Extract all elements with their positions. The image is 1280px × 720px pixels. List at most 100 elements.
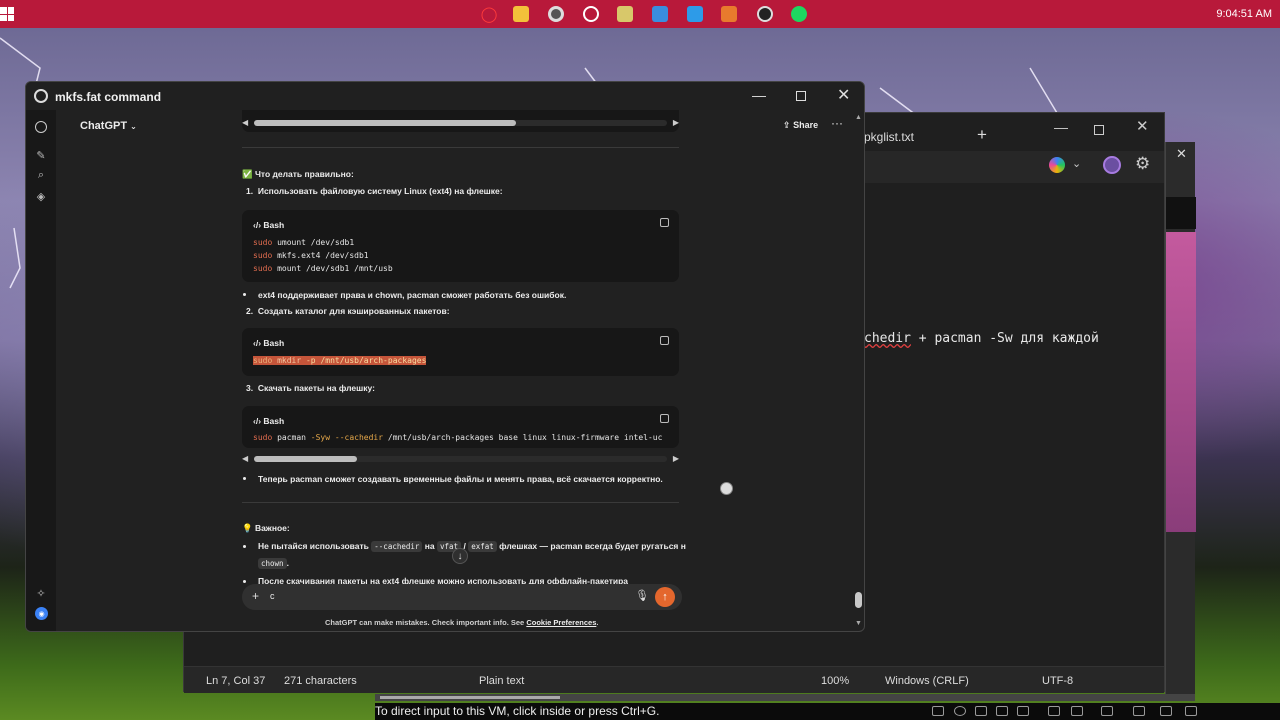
scroll-to-bottom-button[interactable]: ↓ [452, 548, 468, 564]
code-block: ‹/› Bash sudo mkdir -p /mnt/usb/arch-pac… [242, 328, 679, 376]
copy-icon[interactable] [660, 218, 669, 227]
vm-audio-icon[interactable] [1048, 706, 1060, 716]
disclaimer: ChatGPT can make mistakes. Check importa… [325, 618, 598, 627]
new-chat-icon[interactable]: ✎ [35, 149, 47, 162]
chatgpt-logo-icon[interactable] [35, 121, 47, 133]
spotify-icon[interactable] [791, 6, 807, 22]
app-icon-2[interactable] [721, 6, 737, 22]
vm-display-icon[interactable] [932, 706, 944, 716]
chatgpt-window[interactable]: mkfs.fat command — ✕ ✎ ⌕ ◈ ✧ ◉ ChatGPT ⌄… [25, 81, 865, 632]
code-content[interactable]: sudo mkdir -p /mnt/usb/arch-packages [253, 354, 427, 367]
vm-disk-icon[interactable] [954, 706, 966, 716]
code-horizontal-scrollbar[interactable]: ◀ ▶ [242, 453, 679, 465]
scroll-right-icon[interactable]: ▶ [673, 454, 679, 463]
scroll-left-icon[interactable]: ◀ [242, 454, 248, 463]
important-bullet-1: Не пытайся использовать --cachedir на vf… [258, 541, 686, 552]
share-button[interactable]: ⇪ Share [783, 120, 818, 131]
github-icon[interactable] [757, 6, 773, 22]
chevron-down-icon[interactable]: ⌄ [1072, 157, 1081, 170]
divider [242, 147, 679, 148]
copy-icon[interactable] [660, 336, 669, 345]
vm-camera-icon[interactable] [1101, 706, 1113, 716]
vm-settings-icon[interactable] [1185, 706, 1197, 716]
vm-screen-icon[interactable] [1160, 706, 1172, 716]
vm-network-icon[interactable] [975, 706, 987, 716]
title-bar[interactable]: mkfs.fat command — ✕ [26, 82, 864, 110]
scrollbar-thumb[interactable] [254, 120, 516, 126]
disclaimer-text: . [596, 618, 599, 627]
text-run: Не пытайся использовать [258, 541, 372, 551]
text-run: . [286, 558, 289, 568]
minimize-icon[interactable]: — [1054, 119, 1068, 135]
file-explorer-icon[interactable] [513, 6, 529, 22]
code-token: sudo [253, 356, 273, 365]
close-icon[interactable]: ✕ [1136, 117, 1149, 135]
copilot-icon[interactable] [1049, 157, 1065, 173]
maximize-icon[interactable] [796, 91, 806, 101]
vm-printer-icon[interactable] [1071, 706, 1083, 716]
cursor-position: Ln 7, Col 37 [206, 675, 266, 687]
notepad-text[interactable]: chedir + pacman -Sw для каждой [864, 331, 1099, 346]
close-icon[interactable]: ✕ [1176, 146, 1187, 162]
model-selector[interactable]: ChatGPT ⌄ [80, 120, 137, 132]
vm-shared-icon[interactable] [1017, 706, 1029, 716]
minimize-icon[interactable]: — [752, 87, 766, 103]
microphone-icon[interactable]: 🎙 [635, 589, 649, 602]
scrollbar-thumb[interactable] [855, 592, 862, 608]
notepad-tab[interactable]: pkglist.txt [864, 130, 914, 144]
opera-icon[interactable]: ◯ [481, 6, 498, 23]
message-composer[interactable]: + 🎙 ↑ [242, 584, 682, 610]
code-token: pacman [272, 433, 311, 442]
obs-icon[interactable] [548, 6, 564, 22]
step-text: Использовать файловую систему Linux (ext… [257, 186, 503, 196]
encoding[interactable]: UTF-8 [1042, 675, 1073, 687]
close-icon[interactable]: ✕ [837, 85, 850, 105]
more-options-icon[interactable]: ··· [831, 116, 843, 130]
scroll-right-icon[interactable]: ▶ [673, 118, 679, 127]
line-endings[interactable]: Windows (CRLF) [885, 675, 969, 687]
vscode-icon[interactable] [687, 6, 703, 22]
new-tab-icon[interactable]: + [977, 125, 987, 145]
code-horizontal-scrollbar[interactable]: ◀ ▶ [242, 117, 679, 129]
vertical-scrollbar[interactable]: ▲ ▼ [852, 110, 864, 631]
taskbar-clock[interactable]: 9:04:51 AM [1216, 8, 1272, 20]
copy-icon[interactable] [660, 414, 669, 423]
gear-icon[interactable]: ⚙ [1135, 154, 1150, 174]
conversation[interactable]: ◀ ▶ ✅ Что делать правильно: 1. Использов… [236, 110, 686, 584]
scroll-down-icon[interactable]: ▼ [855, 620, 862, 627]
scroll-left-icon[interactable]: ◀ [242, 118, 248, 127]
vm-mouse-icon[interactable] [1133, 706, 1145, 716]
notepad-icon[interactable] [652, 6, 668, 22]
zoom-level[interactable]: 100% [821, 675, 849, 687]
vm-usb-icon[interactable] [996, 706, 1008, 716]
cookie-preferences-link[interactable]: Cookie Preferences [526, 618, 596, 627]
bullet-text: Теперь pacman сможет создавать временные… [258, 474, 663, 484]
code-content[interactable]: sudo pacman -Syw --cachedir /mnt/usb/arc… [253, 431, 662, 444]
add-attachment-icon[interactable]: + [252, 589, 259, 603]
important-bullet-2: После скачивания пакеты на ext4 флешке м… [258, 576, 629, 584]
background-window[interactable]: ✕ [1165, 142, 1196, 697]
code-token: /mnt/usb/arch-packages base linux linux-… [383, 433, 663, 442]
start-button[interactable] [0, 7, 14, 21]
inline-code: --cachedir [371, 541, 423, 552]
code-token: -p [305, 356, 316, 365]
maximize-icon[interactable] [1094, 125, 1104, 135]
send-button[interactable]: ↑ [655, 587, 675, 607]
sparkle-icon[interactable]: ✧ [35, 587, 47, 600]
code-token: -Syw [310, 433, 331, 442]
avatar[interactable]: ◉ [35, 607, 48, 620]
app-icon[interactable] [617, 6, 633, 22]
message-input[interactable] [270, 591, 620, 601]
search-icon[interactable]: ⌕ [35, 169, 47, 181]
code-language-label: Bash [263, 338, 285, 348]
code-token: mkdir [272, 356, 306, 365]
chatgpt-icon[interactable] [583, 6, 599, 22]
scroll-up-icon[interactable]: ▲ [855, 114, 862, 121]
code-token: sudo [253, 264, 273, 273]
avatar[interactable] [1103, 156, 1121, 174]
library-icon[interactable]: ◈ [35, 190, 47, 203]
text-format[interactable]: Plain text [479, 675, 524, 687]
divider [242, 502, 679, 503]
code-content[interactable]: sudo umount /dev/sdb1 sudo mkfs.ext4 /de… [253, 236, 393, 275]
scrollbar-thumb[interactable] [254, 456, 357, 462]
